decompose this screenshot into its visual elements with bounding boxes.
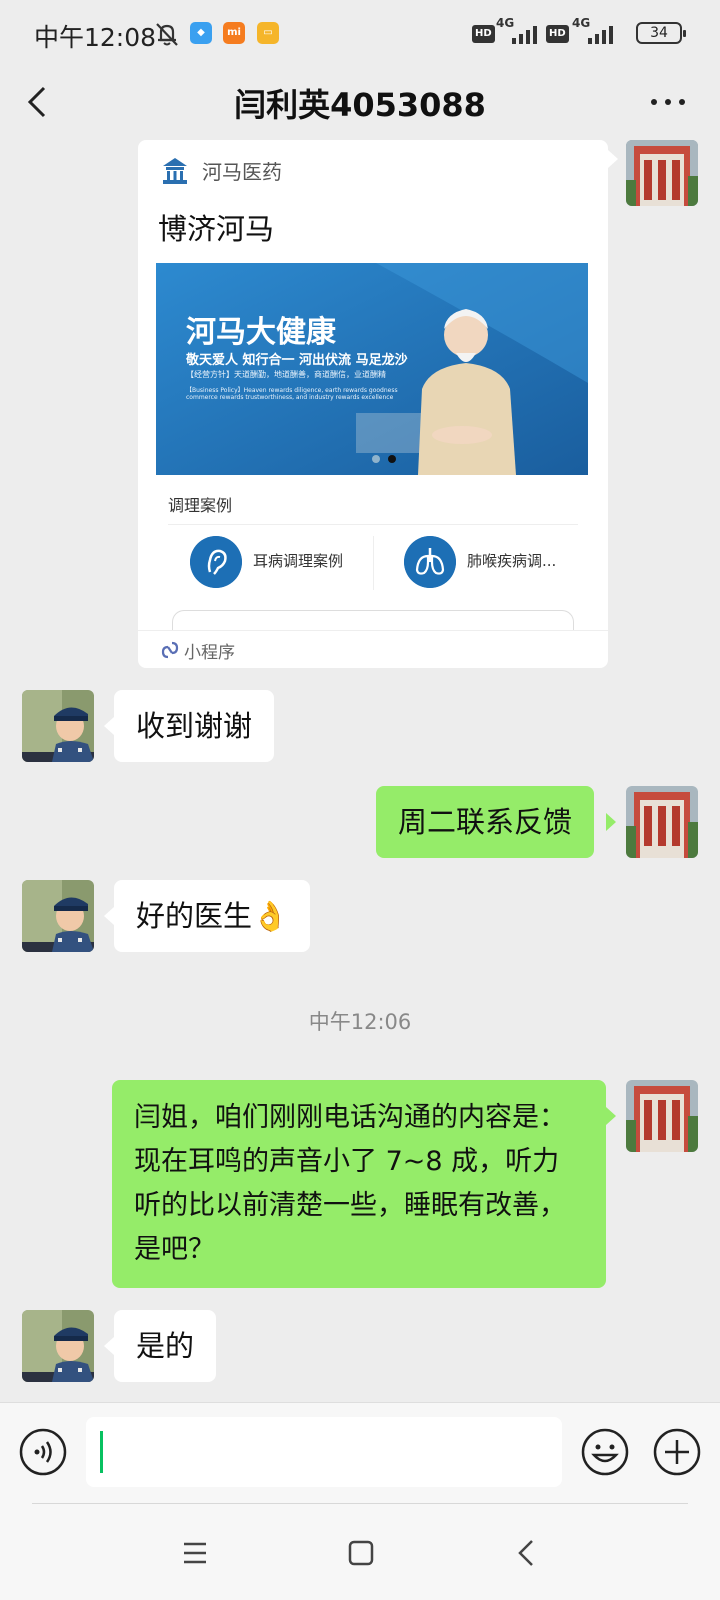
mute-bell-icon <box>156 23 178 46</box>
my-avatar[interactable] <box>626 1080 698 1152</box>
mini-program-banner[interactable]: 河马大健康 敬天爱人 知行合一 河出伏流 马足龙沙 【经营方针】天道酬勤，地道酬… <box>156 263 588 475</box>
message-line: 听的比以前清楚一些，睡眠有改善， <box>134 1190 566 1221</box>
message-timestamp: 中午12:06 <box>308 1010 412 1034</box>
message-bubble[interactable]: 收到谢谢 <box>114 690 275 762</box>
message-bubble[interactable]: 闫姐，咱们刚刚电话沟通的内容是： 现在耳鸣的声音小了 7~8 成，听力 听的比以… <box>112 1080 606 1288</box>
divider <box>168 524 578 525</box>
mini-program-card[interactable]: 河马医药 博济河马 河马大健康 敬天爱人 知行合一 河出伏流 马足龙沙 【经营方… <box>138 140 608 668</box>
message-input[interactable] <box>86 1417 562 1487</box>
emoji-icon[interactable] <box>580 1427 630 1477</box>
bubble-tail <box>608 150 618 168</box>
text-caret <box>100 1431 103 1473</box>
app-blue-icon: ◆ <box>190 22 212 44</box>
bubble-tail <box>104 1337 114 1355</box>
battery-icon: 34 <box>636 22 686 44</box>
lungs-icon <box>404 536 456 588</box>
scroll-hint <box>172 610 574 630</box>
bubble-tail <box>606 1107 616 1125</box>
message-bubble[interactable]: 是的 <box>114 1310 217 1382</box>
signal-icon <box>512 26 537 44</box>
my-avatar[interactable] <box>626 140 698 206</box>
banner-policy-en-1: 【Business Policy】Heaven rewards diligenc… <box>186 387 398 394</box>
app-yellow-icon: ▭ <box>257 22 279 44</box>
case-label: 肺喉疾病调... <box>467 552 557 570</box>
mini-program-source: 河马医药 <box>202 160 282 184</box>
voice-icon[interactable] <box>18 1427 68 1477</box>
more-dots-icon[interactable] <box>648 92 688 112</box>
back-triangle-icon[interactable] <box>502 1528 552 1578</box>
input-bar <box>0 1402 720 1506</box>
mini-program-label: 小程序 <box>184 643 235 663</box>
message-line: 闫姐，咱们刚刚电话沟通的内容是： <box>134 1102 566 1133</box>
mini-program-title: 博济河马 <box>158 212 275 246</box>
mini-program-link-icon <box>161 641 179 659</box>
message-line: 现在耳鸣的声音小了 7~8 成，听力 <box>134 1146 560 1177</box>
case-item-ear[interactable]: 耳病调理案例 <box>190 536 370 598</box>
status-time: 中午12:08 <box>34 23 157 52</box>
hd-badge: HD <box>546 25 569 43</box>
hd-badge: HD <box>472 25 495 43</box>
case-label: 耳病调理案例 <box>253 552 344 570</box>
app-mi-icon: mi <box>223 22 245 44</box>
message-line: 是吧？ <box>134 1234 215 1265</box>
plus-icon[interactable] <box>652 1427 702 1477</box>
banner-policy-en-2: commerce rewards trustworthiness, and in… <box>186 394 394 401</box>
divider <box>32 1503 688 1504</box>
bubble-tail <box>104 907 114 925</box>
home-icon[interactable] <box>336 1528 386 1578</box>
message-bubble[interactable]: 好的医生👌 <box>114 880 311 952</box>
bubble-tail <box>104 717 114 735</box>
status-bar: 中午12:08 ◆ mi ▭ HD 4G HD 4G 34 <box>0 0 720 70</box>
chat-title: 闫利英4053088 <box>234 86 486 124</box>
divider <box>373 536 374 590</box>
signal-icon <box>588 26 613 44</box>
my-avatar[interactable] <box>626 786 698 858</box>
contact-avatar[interactable] <box>22 690 94 762</box>
ear-icon <box>190 536 242 588</box>
system-nav-bar <box>0 1506 720 1600</box>
menu-icon[interactable] <box>170 1528 220 1578</box>
section-label: 调理案例 <box>168 496 233 515</box>
chat-header: 闫利英4053088 <box>0 70 720 138</box>
contact-avatar[interactable] <box>22 1310 94 1382</box>
hema-logo-icon <box>163 158 187 184</box>
banner-headline: 河马大健康 <box>186 315 336 350</box>
contact-avatar[interactable] <box>22 880 94 952</box>
banner-policy-cn: 【经营方针】天道酬勤，地道酬善，商道酬信，业道酬精 <box>186 370 386 379</box>
divider <box>138 630 608 631</box>
bubble-tail <box>606 813 616 831</box>
case-item-lungs[interactable]: 肺喉疾病调... <box>404 536 584 598</box>
banner-slogan: 敬天爱人 知行合一 河出伏流 马足龙沙 <box>186 353 408 368</box>
message-bubble[interactable]: 周二联系反馈 <box>376 786 595 858</box>
